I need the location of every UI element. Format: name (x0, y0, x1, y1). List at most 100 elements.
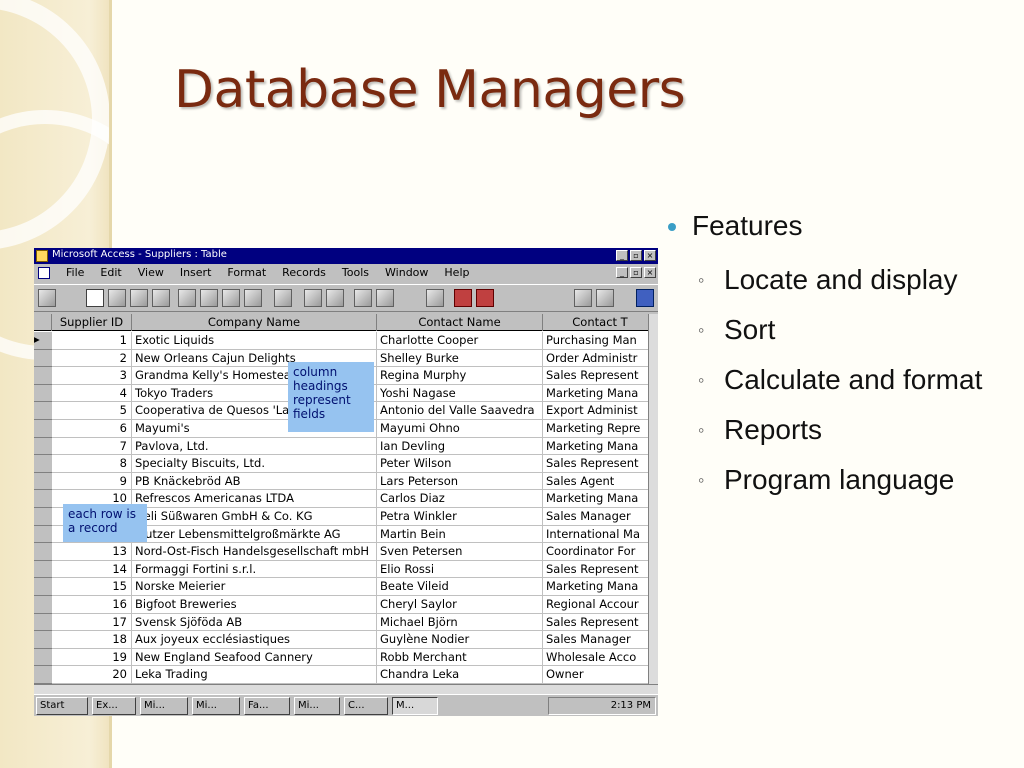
table-cell[interactable]: Svensk Sjöföda AB (132, 613, 377, 632)
table-cell[interactable]: Leka Trading (132, 666, 377, 684)
table-cell[interactable]: Sven Petersen (377, 543, 543, 561)
table-cell[interactable]: Nord-Ost-Fisch Handelsgesellschaft mbH (132, 543, 377, 561)
taskbar-button[interactable]: Mi... (294, 697, 340, 715)
row-selector[interactable]: ▸ (34, 332, 52, 350)
row-selector[interactable] (34, 543, 52, 561)
table-cell[interactable]: Sales Manager (543, 508, 658, 526)
print-icon[interactable] (108, 289, 126, 307)
column-header[interactable]: Contact T (543, 314, 658, 331)
preview-icon[interactable] (130, 289, 148, 307)
table-cell[interactable]: Antonio del Valle Saavedra (377, 402, 543, 420)
table-cell[interactable]: 3 (52, 367, 132, 385)
restore-icon[interactable]: ▫ (630, 250, 642, 261)
table-cell[interactable]: Export Administ (543, 402, 658, 420)
row-selector[interactable] (34, 420, 52, 438)
table-cell[interactable]: Regional Accour (543, 596, 658, 614)
table-cell[interactable]: Owner (543, 666, 658, 684)
table-cell[interactable]: Sales Represent (543, 455, 658, 473)
row-selector[interactable] (34, 490, 52, 508)
find-icon[interactable] (426, 289, 444, 307)
menu-item[interactable]: File (58, 266, 92, 279)
row-selector[interactable] (34, 402, 52, 420)
column-header[interactable]: Supplier ID (52, 314, 132, 331)
table-cell[interactable]: Sales Manager (543, 631, 658, 649)
column-header[interactable]: Company Name (132, 314, 377, 331)
table-cell[interactable]: 20 (52, 666, 132, 684)
row-selector[interactable] (34, 349, 52, 368)
table-cell[interactable]: Formaggi Fortini s.r.l. (132, 560, 377, 579)
table-cell[interactable]: Exotic Liquids (132, 332, 377, 350)
table-cell[interactable]: 7 (52, 437, 132, 456)
table-cell[interactable]: 15 (52, 578, 132, 596)
table-cell[interactable]: Marketing Mana (543, 437, 658, 456)
filter-form-icon[interactable] (376, 289, 394, 307)
table-cell[interactable]: 14 (52, 560, 132, 579)
taskbar-button[interactable]: Ex... (92, 697, 136, 715)
table-cell[interactable]: Lars Peterson (377, 472, 543, 491)
table-cell[interactable]: Yoshi Nagase (377, 384, 543, 403)
format-painter-icon[interactable] (244, 289, 262, 307)
table-cell[interactable]: Elio Rossi (377, 560, 543, 579)
menu-item[interactable]: Insert (172, 266, 220, 279)
vertical-scrollbar[interactable] (648, 314, 658, 684)
table-cell[interactable]: Shelley Burke (377, 349, 543, 368)
table-cell[interactable]: New England Seafood Cannery (132, 648, 377, 667)
database-window-icon[interactable] (574, 289, 592, 307)
horizontal-scrollbar[interactable] (34, 684, 658, 694)
table-cell[interactable]: Sales Represent (543, 560, 658, 579)
delete-record-icon[interactable] (476, 289, 494, 307)
minimize-icon[interactable]: _ (616, 267, 628, 278)
table-cell[interactable]: Regina Murphy (377, 367, 543, 385)
table-cell[interactable]: Beate Vileid (377, 578, 543, 596)
table-cell[interactable]: Bigfoot Breweries (132, 596, 377, 614)
table-cell[interactable]: Chandra Leka (377, 666, 543, 684)
close-icon[interactable]: × (644, 250, 656, 261)
paste-icon[interactable] (222, 289, 240, 307)
row-selector[interactable] (34, 384, 52, 403)
row-selector[interactable] (34, 525, 52, 544)
table-cell[interactable]: Norske Meierier (132, 578, 377, 596)
undo-icon[interactable] (274, 289, 292, 307)
menu-item[interactable]: Format (219, 266, 274, 279)
table-cell[interactable]: Charlotte Cooper (377, 332, 543, 350)
row-selector[interactable] (34, 472, 52, 491)
table-cell[interactable]: 13 (52, 543, 132, 561)
taskbar-button[interactable]: Mi... (192, 697, 240, 715)
copy-icon[interactable] (200, 289, 218, 307)
row-selector[interactable] (34, 455, 52, 473)
table-cell[interactable]: Plutzer Lebensmittelgroßmärkte AG (132, 525, 377, 544)
table-cell[interactable]: Coordinator For (543, 543, 658, 561)
table-cell[interactable]: 5 (52, 402, 132, 420)
table-cell[interactable]: Marketing Mana (543, 490, 658, 508)
menu-item[interactable]: Edit (92, 266, 129, 279)
taskbar-button[interactable]: M... (392, 697, 438, 715)
table-cell[interactable]: Guylène Nodier (377, 631, 543, 649)
table-cell[interactable]: Michael Björn (377, 613, 543, 632)
table-cell[interactable]: Heli Süßwaren GmbH & Co. KG (132, 508, 377, 526)
new-object-icon[interactable] (596, 289, 614, 307)
taskbar-button[interactable]: Mi... (140, 697, 188, 715)
table-cell[interactable]: Mayumi Ohno (377, 420, 543, 438)
row-selector[interactable] (34, 631, 52, 649)
table-cell[interactable]: 16 (52, 596, 132, 614)
sort-ascending-icon[interactable] (304, 289, 322, 307)
cut-icon[interactable] (178, 289, 196, 307)
menu-item[interactable]: Tools (334, 266, 377, 279)
table-cell[interactable]: Robb Merchant (377, 648, 543, 667)
restore-icon[interactable]: ▫ (630, 267, 642, 278)
table-cell[interactable]: Sales Represent (543, 613, 658, 632)
row-selector[interactable] (34, 613, 52, 632)
table-cell[interactable]: Aux joyeux ecclésiastiques (132, 631, 377, 649)
new-record-icon[interactable] (454, 289, 472, 307)
table-icon[interactable] (38, 267, 50, 279)
table-cell[interactable]: Specialty Biscuits, Ltd. (132, 455, 377, 473)
table-cell[interactable]: 2 (52, 349, 132, 368)
table-cell[interactable]: Petra Winkler (377, 508, 543, 526)
row-selector[interactable] (34, 666, 52, 684)
save-icon[interactable] (86, 289, 104, 307)
table-cell[interactable]: Peter Wilson (377, 455, 543, 473)
column-header[interactable]: Contact Name (377, 314, 543, 331)
start-button[interactable]: Start (36, 697, 88, 715)
menu-item[interactable]: View (130, 266, 172, 279)
table-cell[interactable]: Sales Agent (543, 472, 658, 491)
